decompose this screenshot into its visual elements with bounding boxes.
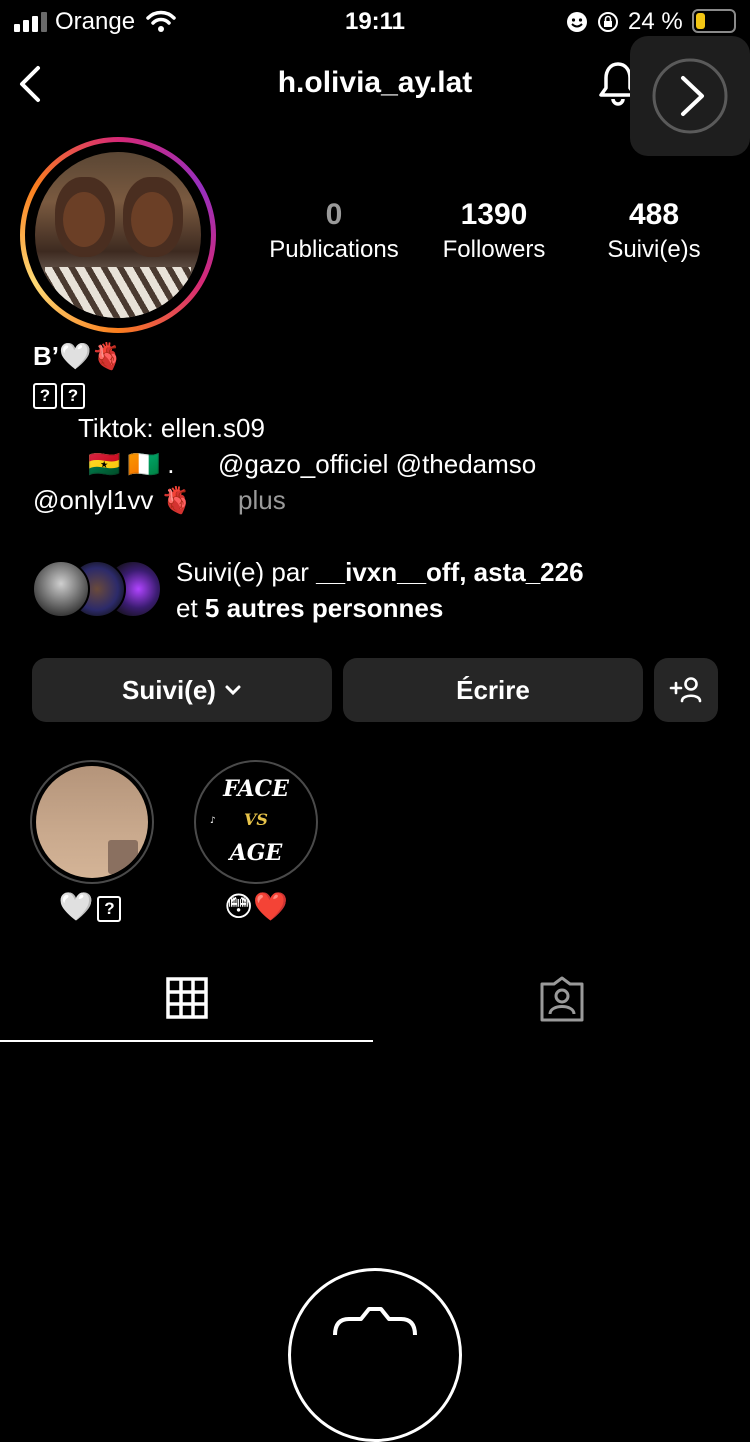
publications-count: 0 xyxy=(325,198,343,231)
followed-by-and: et xyxy=(176,593,198,623)
avatar xyxy=(32,560,90,618)
highlight-cover xyxy=(36,766,148,878)
mutual-followers-avatars[interactable] xyxy=(32,560,162,618)
battery-icon xyxy=(692,9,736,33)
highlight-label: 😳❤️ xyxy=(223,891,289,922)
bio-line-1: B’🤍🫀 xyxy=(33,341,124,371)
followed-by-text[interactable]: Suivi(e) par __ivxn__off, asta_226 et 5 … xyxy=(176,554,584,626)
bio-mentions[interactable]: @gazo_officiel @thedamso xyxy=(218,446,536,482)
grid-tab-icon[interactable] xyxy=(166,977,208,1019)
followers-count: 1390 xyxy=(460,198,528,231)
rotation-lock-icon xyxy=(598,12,618,32)
stat-publications[interactable]: 0 Publications xyxy=(254,198,414,264)
add-person-icon xyxy=(669,677,702,703)
message-button[interactable]: Écrire xyxy=(343,658,643,722)
active-tab-indicator xyxy=(0,1040,373,1042)
status-bar: Orange 19:11 24 % xyxy=(0,0,750,44)
highlight-1[interactable]: 🤍? xyxy=(30,760,154,923)
highlight-cover: FACE VS AGE ♪ xyxy=(200,766,312,878)
bio-line-4-flags: 🇬🇭 🇨🇮 . xyxy=(88,449,175,479)
followed-by-names: __ivxn__off, asta_226 xyxy=(316,557,584,587)
chevron-down-icon xyxy=(225,685,241,696)
following-button[interactable]: Suivi(e) xyxy=(32,658,332,722)
bio-mention-onlyl1vv[interactable]: @onlyl1vv 🫀 xyxy=(33,482,193,518)
unknown-glyph-icon: ? xyxy=(97,895,122,922)
message-button-label: Écrire xyxy=(456,674,530,705)
face-icon xyxy=(567,12,587,32)
following-count: 488 xyxy=(628,198,680,231)
followed-by-others: 5 autres personnes xyxy=(204,593,444,623)
empty-state-camera-circle xyxy=(288,1268,462,1442)
profile-avatar[interactable] xyxy=(20,137,216,333)
bio-line-2: ?? xyxy=(33,376,89,412)
highlight-label: 🤍? xyxy=(30,890,154,923)
bio-line-3: Tiktok: ellen.s09 xyxy=(78,413,265,443)
publications-label: Publications xyxy=(269,236,399,263)
avatar-photo xyxy=(35,152,201,318)
following-button-label: Suivi(e) xyxy=(122,674,216,705)
tagged-tab-icon[interactable] xyxy=(538,976,586,1022)
following-label: Suivi(e)s xyxy=(607,236,701,263)
followers-label: Followers xyxy=(442,236,546,263)
bio-more-link[interactable]: plus xyxy=(238,482,286,518)
stat-followers[interactable]: 1390 Followers xyxy=(414,198,574,264)
overlay-next-button[interactable] xyxy=(630,36,750,156)
battery-percent: 24 % xyxy=(628,8,683,35)
stat-following[interactable]: 488 Suivi(e)s xyxy=(574,198,734,264)
camera-icon xyxy=(333,1307,417,1336)
unknown-glyph-icon: ? xyxy=(33,383,57,410)
highlight-2[interactable]: FACE VS AGE ♪ 😳❤️ xyxy=(194,760,318,923)
unknown-glyph-icon: ? xyxy=(61,383,85,410)
suggested-users-button[interactable] xyxy=(654,658,718,722)
followed-by-prefix: Suivi(e) par xyxy=(176,557,309,587)
chevron-right-icon xyxy=(652,58,728,134)
tiktok-icon: ♪ xyxy=(210,816,216,826)
